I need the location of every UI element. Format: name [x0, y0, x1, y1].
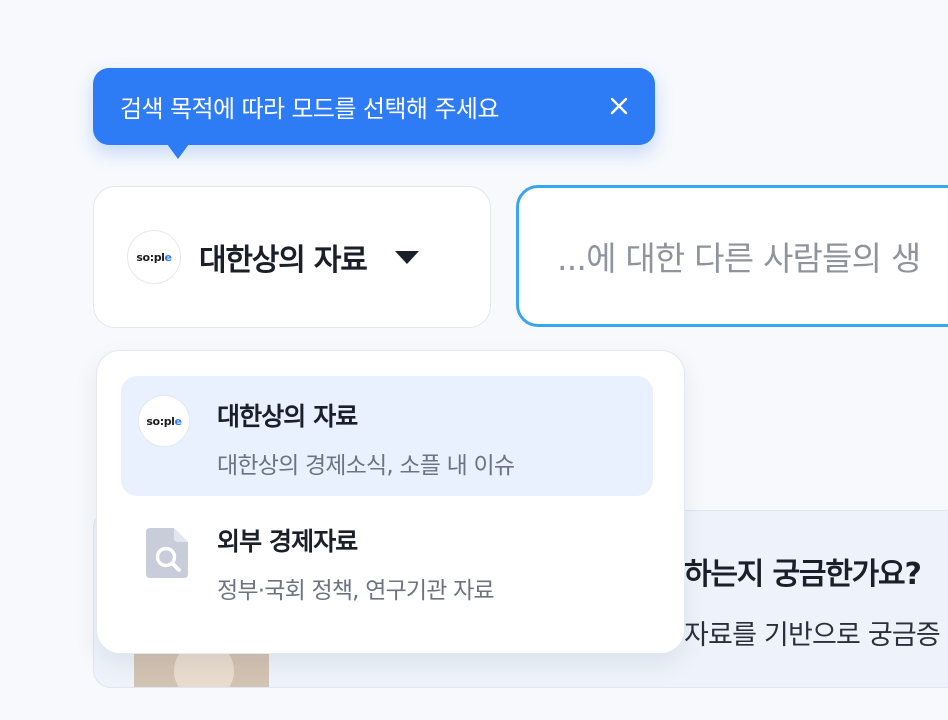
- info-card-title: 하는지 궁금한가요?: [684, 557, 922, 592]
- sople-logo-icon: so:ple: [127, 230, 181, 284]
- search-placeholder: ...에 대한 다른 사람들의 생: [557, 239, 921, 278]
- close-icon[interactable]: [605, 92, 633, 120]
- info-card-description: 자료를 기반으로 궁금증: [684, 620, 941, 651]
- mode-dropdown-menu: so:ple 대한상의 자료 대한상의 경제소식, 소플 내 이슈 외부 경제자…: [96, 350, 685, 654]
- tooltip-text: 검색 목적에 따라 모드를 선택해 주세요: [120, 95, 499, 123]
- document-search-icon: [146, 528, 188, 578]
- dropdown-item-description: 정부·국회 정책, 연구기관 자료: [217, 578, 495, 604]
- caret-down-icon: [394, 250, 419, 264]
- dropdown-item-title: 대한상의 자료: [217, 402, 358, 431]
- dropdown-item-title: 외부 경제자료: [217, 527, 358, 556]
- dropdown-item-sople-data[interactable]: so:ple 대한상의 자료 대한상의 경제소식, 소플 내 이슈: [121, 376, 653, 496]
- dropdown-item-description: 대한상의 경제소식, 소플 내 이슈: [217, 453, 515, 479]
- dropdown-item-external-data[interactable]: 외부 경제자료 정부·국회 정책, 연구기관 자료: [121, 501, 653, 621]
- sople-logo-icon: so:ple: [138, 395, 190, 447]
- mode-select-button[interactable]: so:ple 대한상의 자료: [93, 186, 491, 328]
- mode-hint-tooltip: 검색 목적에 따라 모드를 선택해 주세요: [93, 68, 655, 159]
- selected-mode-label: 대한상의 자료: [199, 243, 368, 278]
- search-input[interactable]: ...에 대한 다른 사람들의 생: [516, 185, 948, 327]
